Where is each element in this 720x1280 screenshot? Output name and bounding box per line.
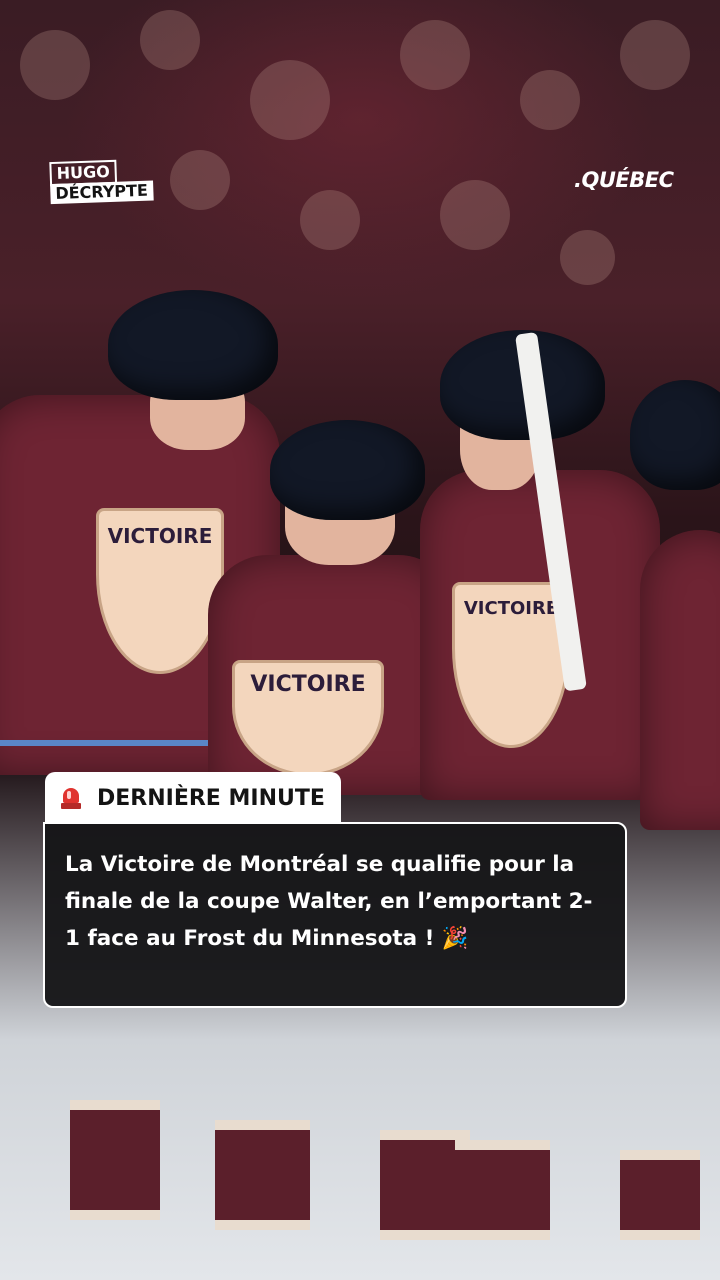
breaking-news-label: DERNIÈRE MINUTE	[97, 785, 325, 811]
breaking-news-tag: DERNIÈRE MINUTE	[45, 772, 341, 824]
crest-text: VICTOIRE	[463, 597, 559, 619]
siren-icon	[61, 786, 81, 810]
logo-line-2: DÉCRYPTE	[50, 180, 154, 205]
headline-text: La Victoire de Montréal se qualifie pour…	[65, 852, 593, 951]
quebec-logo: .QUÉBEC	[574, 168, 674, 192]
crest-text: VICTOIRE	[107, 523, 213, 548]
hugo-decrypte-logo: HUGO DÉCRYPTE	[49, 158, 170, 205]
crest-text: VICTOIRE	[250, 671, 366, 697]
headline-card: La Victoire de Montréal se qualifie pour…	[43, 822, 627, 1008]
